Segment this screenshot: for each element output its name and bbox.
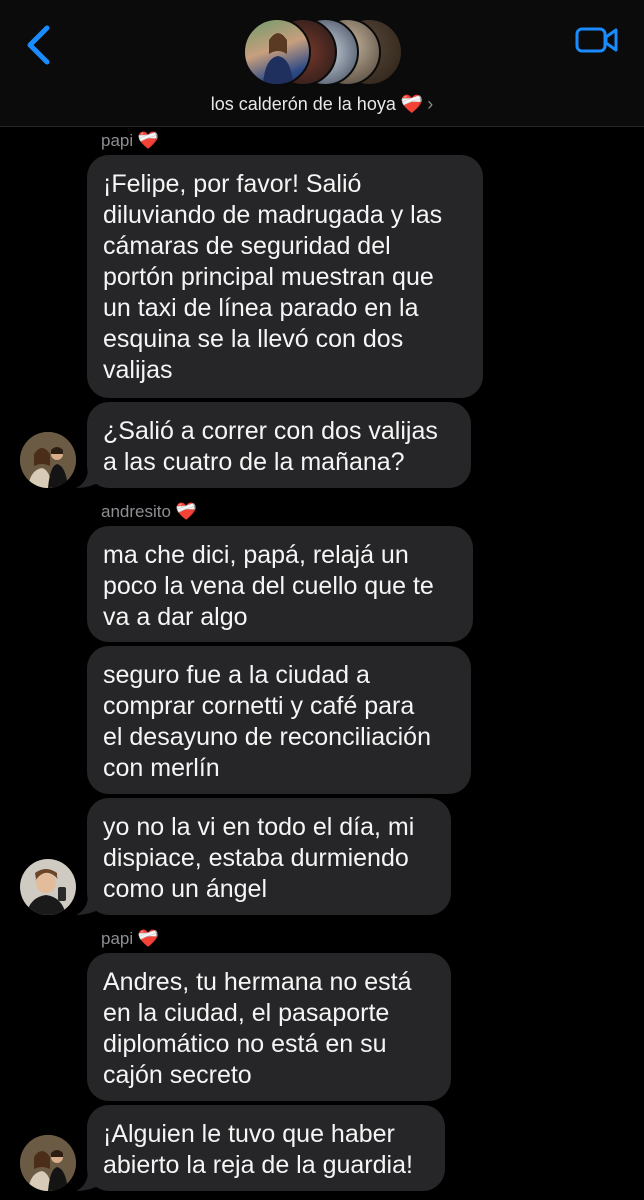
sender-avatar[interactable] [20, 1135, 76, 1191]
message-line: ¿Salió a correr con dos valijas [103, 417, 438, 445]
message-line: yo no la vi en todo el día, mi [103, 813, 415, 841]
conversation-header: los calderón de la hoya ❤️‍🩹 › [0, 0, 644, 127]
message-bubble[interactable]: ¡Alguien le tuvo que haber abierto la re… [87, 1105, 445, 1191]
sender-name: papi ❤️‍🩹 [101, 131, 159, 151]
sender-name: papi ❤️‍🩹 [101, 929, 159, 949]
couple-photo-icon [20, 432, 76, 488]
person-photo-icon [20, 859, 76, 915]
message-line: a las cuatro de la mañana? [103, 448, 405, 476]
message-line: seguro fue a la ciudad a [103, 661, 370, 689]
sender-label: papi ❤️‍🩹 [101, 131, 160, 150]
bubble-tail [76, 1171, 96, 1191]
message-line: un taxi de línea parado en la [103, 294, 419, 322]
video-call-button[interactable] [572, 20, 622, 60]
bubble-tail [76, 895, 96, 915]
sender-avatar[interactable] [20, 432, 76, 488]
message-line: abierto la reja de la guardia! [103, 1151, 413, 1179]
message-line: poco la vena del cuello que te [103, 572, 434, 600]
message-line: ma che dici, papá, relajá un [103, 541, 409, 569]
message-line: el desayuno de reconciliación [103, 723, 431, 751]
bubble-tail [76, 468, 96, 488]
message-line: dispiace, estaba durmiendo [103, 844, 409, 872]
message-line: como un ángel [103, 875, 268, 903]
message-line: diplomático no está en su [103, 1030, 387, 1058]
chevron-right-icon: › [427, 94, 434, 114]
message-line: ¡Alguien le tuvo que haber [103, 1120, 395, 1148]
message-line: esquina se la llevó con dos [103, 325, 404, 353]
message-line: va a dar algo [103, 603, 248, 631]
message-line: comprar cornetti y café para [103, 692, 415, 720]
sender-label: andresito ❤️‍🩹 [101, 502, 197, 521]
message-bubble[interactable]: seguro fue a la ciudad a comprar cornett… [87, 646, 471, 794]
message-line: diluviando de madrugada y las [103, 201, 443, 229]
video-camera-icon [575, 27, 618, 53]
message-line: valijas [103, 356, 173, 384]
message-line: en la ciudad, el pasaporte [103, 999, 390, 1027]
message-line: cámaras de seguridad del [103, 232, 391, 260]
message-bubble[interactable]: ¿Salió a correr con dos valijas a las cu… [87, 402, 471, 488]
back-button[interactable] [18, 20, 58, 70]
group-member-avatar [243, 18, 311, 86]
message-line: ¡Felipe, por favor! Salió [103, 170, 362, 198]
message-bubble[interactable]: yo no la vi en todo el día, mi dispiace,… [87, 798, 451, 915]
messages-screen: los calderón de la hoya ❤️‍🩹 › papi ❤️‍🩹 … [0, 0, 644, 1200]
sender-name: andresito ❤️‍🩹 [101, 502, 197, 522]
person-photo-icon [263, 33, 293, 84]
message-bubble[interactable]: ¡Felipe, por favor! Salió diluviando de … [87, 155, 483, 398]
chevron-left-icon [27, 25, 50, 65]
message-line: con merlín [103, 754, 220, 782]
sender-label: papi ❤️‍🩹 [101, 929, 160, 948]
couple-photo-icon [20, 1135, 76, 1191]
message-line: Andres, tu hermana no está [103, 968, 412, 996]
message-bubble[interactable]: Andres, tu hermana no está en la ciudad,… [87, 953, 451, 1101]
sender-avatar[interactable] [20, 859, 76, 915]
group-title[interactable]: los calderón de la hoya ❤️‍🩹 › [0, 94, 644, 115]
group-name: los calderón de la hoya ❤️‍🩹 [210, 94, 424, 114]
message-line: portón principal muestran que [103, 263, 434, 291]
message-bubble[interactable]: ma che dici, papá, relajá un poco la ven… [87, 526, 473, 642]
message-line: cajón secreto [103, 1061, 252, 1089]
group-avatar-stack[interactable] [243, 18, 403, 90]
